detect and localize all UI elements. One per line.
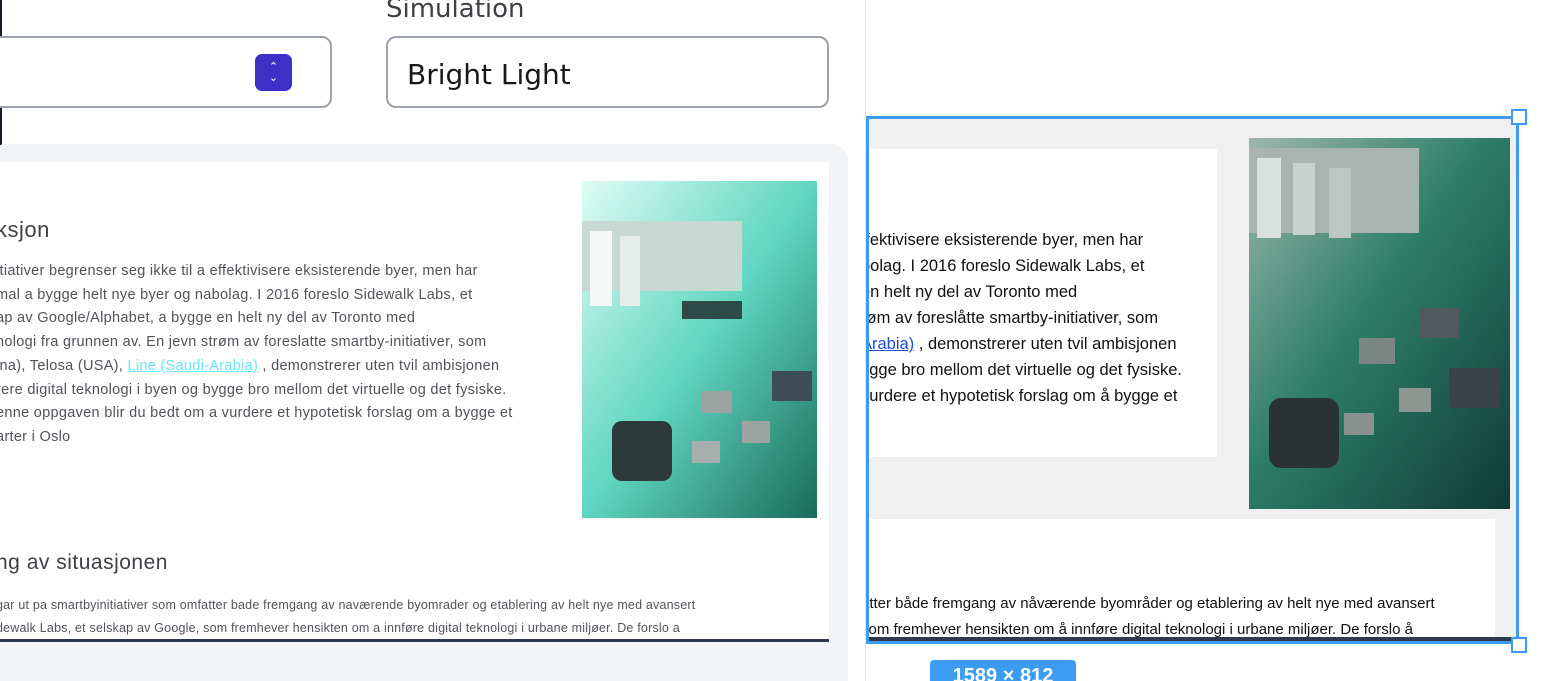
- first-select[interactable]: ⌃ ⌄: [0, 36, 332, 108]
- para-line-end: , demonstrerer uten tvil ambisjonen: [258, 357, 500, 374]
- intro-paragraph: itiativer begrenser seg ikke til a effek…: [0, 260, 548, 450]
- dimension-badge: 1589 × 812: [930, 660, 1076, 681]
- content-card: ffektivisere eksisterende byer, men har …: [869, 149, 1217, 457]
- settings-panel: Simulation ⌃⌄ Bright Light ⌃⌄ ksjon itia…: [0, 0, 866, 681]
- card-line: en helt ny del av Toronto med: [866, 283, 1078, 301]
- para-line: arter i Oslo: [0, 428, 71, 445]
- para-line: ina), Telosa (USA), Line (Saudi-Arabia) …: [0, 355, 548, 379]
- simulation-label: Simulation: [386, 0, 525, 24]
- para-line: ap av Google/Alphabet, a bygge en helt n…: [0, 310, 416, 327]
- intro-heading: ksjon: [0, 217, 50, 242]
- para-line: itiativer begrenser seg ikke til a effek…: [0, 263, 478, 279]
- line-link[interactable]: Line (Saudi-Arabia): [127, 358, 258, 374]
- card2-line: atter både fremgang av nåværende byområd…: [866, 595, 1435, 612]
- content-card-2: atter både fremgang av nåværende byområd…: [869, 519, 1495, 641]
- card-line: ffektivisere eksisterende byer, men har: [866, 231, 1144, 249]
- simulation-select-value: Bright Light: [407, 58, 571, 91]
- situation-heading: ng av situasjonen: [0, 551, 168, 574]
- simulation-select[interactable]: Bright Light ⌃⌄: [386, 36, 829, 108]
- card-line-end: , demonstrerer uten tvil ambisjonen: [914, 335, 1177, 353]
- situation-paragraph: gar ut pa smartbyinitiativer som omfatte…: [0, 594, 816, 639]
- simulated-page: ksjon itiativer begrenser seg ikke til a…: [0, 162, 829, 642]
- card-line: Arabia) , demonstrerer uten tvil ambisjo…: [869, 331, 1221, 357]
- frame-bottom-border: [869, 637, 1516, 641]
- para-line: gar ut pa smartbyinitiativer som omfatte…: [0, 598, 696, 612]
- circuit-board-image: [582, 181, 817, 518]
- card-line: røm av foreslåtte smartby-initiativer, s…: [866, 309, 1159, 327]
- circuit-board-image: [1249, 138, 1510, 509]
- resize-handle-bottom-right[interactable]: [1511, 637, 1527, 653]
- card-line: vurdere et hypotetisk forslag om å bygge…: [866, 387, 1178, 405]
- card-line: ygge bro mellom det virtuelle og det fys…: [866, 361, 1182, 379]
- para-line: rere digital teknologi i byen og bygge b…: [0, 381, 507, 398]
- chevron-up-down-icon[interactable]: ⌃ ⌄: [255, 54, 292, 91]
- selected-frame[interactable]: ffektivisere eksisterende byer, men har …: [866, 116, 1519, 644]
- para-line: enne oppgaven blir du bedt om a vurdere …: [0, 405, 513, 422]
- para-line-start: ina), Telosa (USA),: [0, 357, 128, 374]
- para-line: mal a bygge helt nye byer og nabolag. I …: [0, 286, 473, 303]
- resize-handle-top-right[interactable]: [1511, 109, 1527, 125]
- para-line: dewalk Labs, et selskap av Google, som f…: [0, 621, 680, 635]
- card-link[interactable]: Arabia): [869, 335, 914, 353]
- card-paragraph: ffektivisere eksisterende byer, men har …: [866, 227, 1221, 409]
- card-line: bolag. I 2016 foreslo Sidewalk Labs, et: [866, 257, 1145, 275]
- para-line: nologi fra grunnen av. En jevn strøm av …: [0, 334, 487, 351]
- app-root: Simulation ⌃⌄ Bright Light ⌃⌄ ksjon itia…: [0, 0, 1553, 681]
- card2-paragraph: atter både fremgang av nåværende byområd…: [866, 591, 1501, 641]
